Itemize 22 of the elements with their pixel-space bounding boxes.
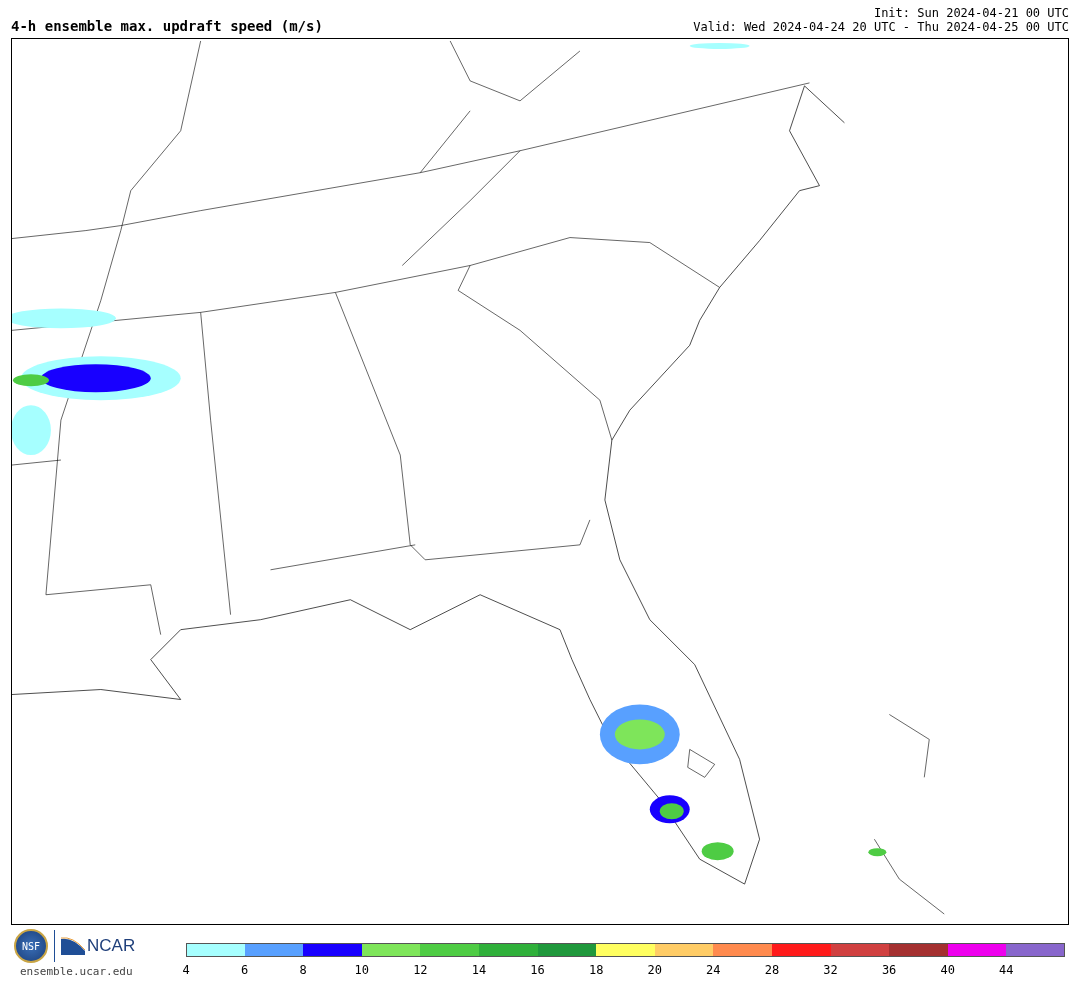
- ncar-logo: NCAR: [87, 936, 136, 956]
- legend-tick-label: 28: [764, 963, 780, 977]
- site-url: ensemble.ucar.edu: [20, 965, 133, 978]
- legend-tick-label: 32: [823, 963, 838, 977]
- legend-tick-label: 4: [182, 963, 190, 977]
- chart-title: 4-h ensemble max. updraft speed (m/s): [11, 18, 323, 34]
- legend-tick-label: 20: [647, 963, 662, 977]
- legend-tick-label: 8: [299, 963, 307, 977]
- nsf-logo: NSF: [14, 929, 48, 963]
- legend-tick-label: 14: [471, 963, 487, 977]
- legend-tick-label: 40: [940, 963, 955, 977]
- legend-tick-label: 10: [354, 963, 369, 977]
- legend-tick-label: 24: [706, 963, 721, 977]
- legend-tick-label: 16: [530, 963, 545, 977]
- legend-tick-label: 44: [999, 963, 1014, 977]
- legend-tick-label: 36: [881, 963, 897, 977]
- init-time: Init: Sun 2024-04-21 00 UTC: [873, 6, 1069, 20]
- legend-tick-label: 12: [413, 963, 428, 977]
- ncar-swoosh-icon: [61, 937, 85, 955]
- legend-tick-label: 18: [588, 963, 604, 977]
- valid-time: Valid: Wed 2024-04-24 20 UTC - Thu 2024-04-25 00 UTC: [693, 20, 1069, 34]
- legend-tick-label: 6: [241, 963, 249, 977]
